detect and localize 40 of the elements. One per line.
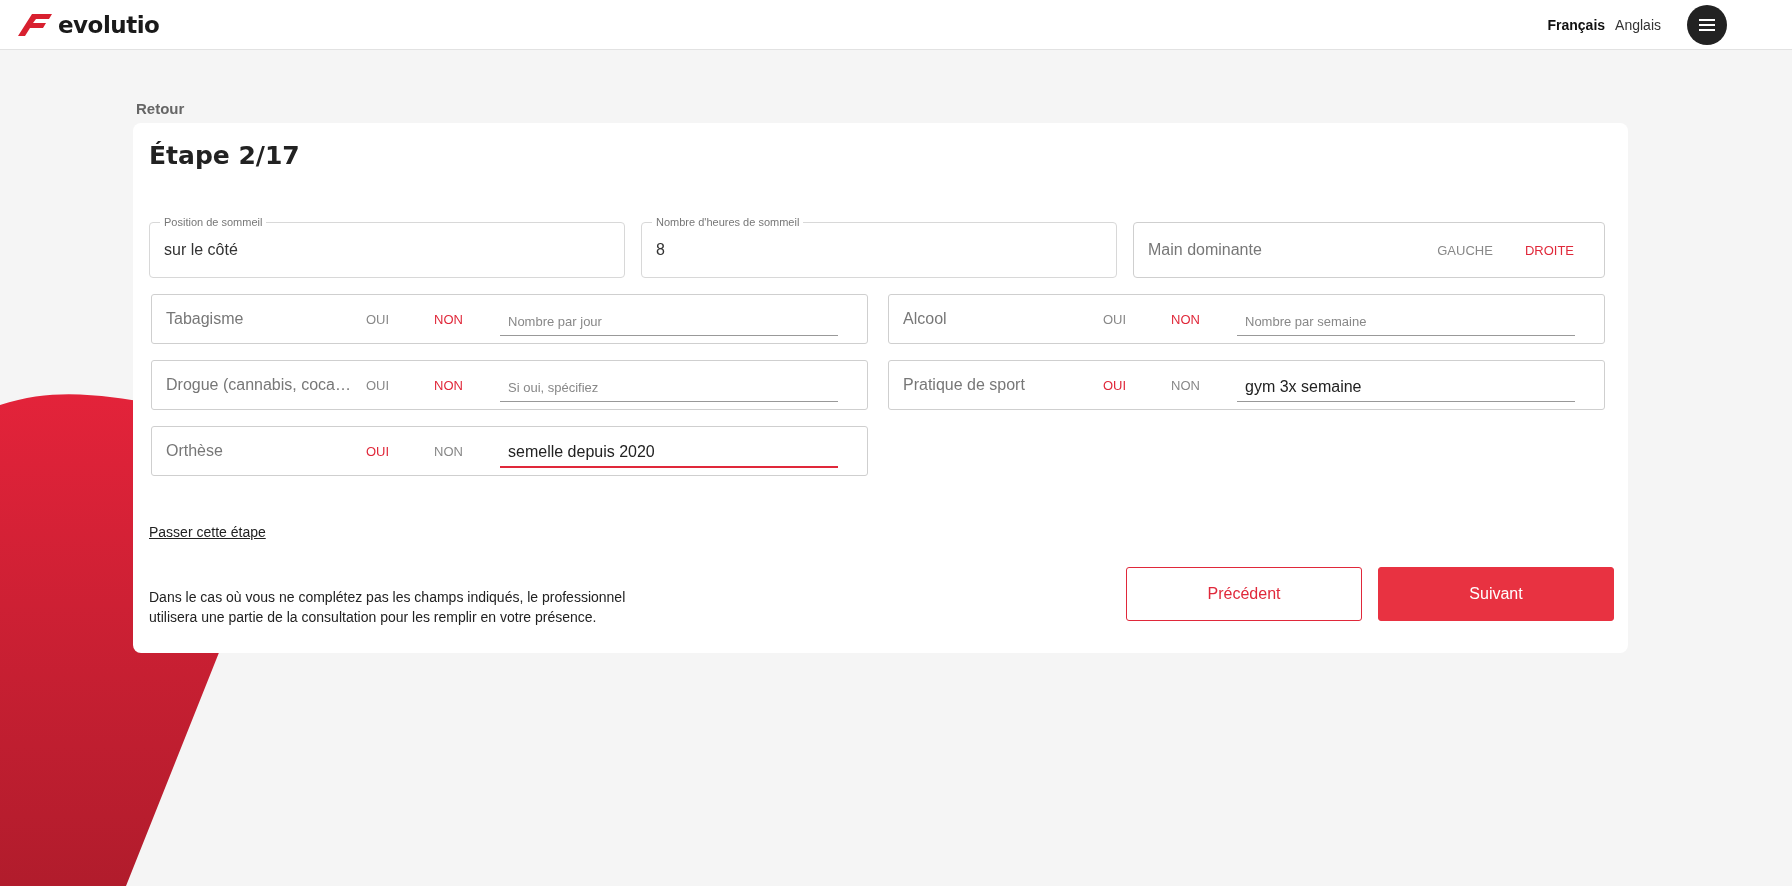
- field-label: Main dominante: [1148, 241, 1263, 259]
- option-toggle[interactable]: GAUCHE: [1421, 242, 1509, 258]
- notice-text: Dans le cas où vous ne complétez pas les champs indiqués, le professionnel utilisera une partie de la consultation pour les remplir en votre présence.: [149, 588, 627, 627]
- option-toggle[interactable]: OUI: [366, 443, 434, 459]
- logo-icon: [18, 13, 52, 36]
- logo-text: evolutio: [58, 11, 160, 38]
- option-toggle[interactable]: NON: [1171, 311, 1239, 327]
- toggle-field[interactable]: Pratique de sport OUI NON gym 3x semaine: [888, 360, 1605, 410]
- option-toggle[interactable]: NON: [434, 311, 502, 327]
- option-toggle[interactable]: OUI: [1103, 311, 1171, 327]
- back-link[interactable]: Retour: [136, 100, 185, 117]
- option-toggle[interactable]: NON: [1171, 377, 1239, 393]
- language-link[interactable]: Français: [1547, 16, 1606, 33]
- option-toggle[interactable]: OUI: [366, 311, 434, 327]
- detail-input[interactable]: semelle depuis 2020: [500, 434, 838, 468]
- previous-button[interactable]: Précédent: [1126, 567, 1362, 621]
- menu-icon: [1699, 18, 1715, 31]
- detail-input[interactable]: Si oui, spécifiez: [500, 368, 838, 402]
- field-label: Alcool: [903, 310, 948, 328]
- toggle-field[interactable]: Orthèse OUI NON semelle depuis 2020: [151, 426, 868, 476]
- skip-link[interactable]: Passer cette étape: [149, 524, 266, 540]
- detail-input[interactable]: Nombre par jour: [500, 302, 838, 336]
- next-button[interactable]: Suivant: [1378, 567, 1614, 621]
- field-label: Orthèse: [166, 442, 224, 460]
- detail-input[interactable]: gym 3x semaine: [1237, 368, 1575, 402]
- field-label: Tabagisme: [166, 310, 245, 328]
- option-toggle[interactable]: NON: [434, 377, 502, 393]
- language-link[interactable]: Anglais: [1615, 16, 1661, 33]
- toggle-field[interactable]: Alcool OUI NON Nombre par semaine: [888, 294, 1605, 344]
- option-toggle[interactable]: DROITE: [1508, 242, 1590, 258]
- option-toggle[interactable]: NON: [434, 443, 502, 459]
- step-title: Étape 2/17: [149, 141, 301, 170]
- option-toggle[interactable]: OUI: [1103, 377, 1171, 393]
- toggle-field[interactable]: Drogue (cannabis, coca… OUI NON Si oui, spécifiez: [151, 360, 868, 410]
- toggle-field[interactable]: Tabagisme OUI NON Nombre par jour: [151, 294, 868, 344]
- field-label: Drogue (cannabis, coca…: [166, 376, 352, 394]
- menu-button[interactable]: [1687, 4, 1727, 45]
- field-label: Pratique de sport: [903, 376, 1026, 394]
- detail-input[interactable]: Nombre par semaine: [1237, 302, 1575, 336]
- option-toggle[interactable]: OUI: [366, 377, 434, 393]
